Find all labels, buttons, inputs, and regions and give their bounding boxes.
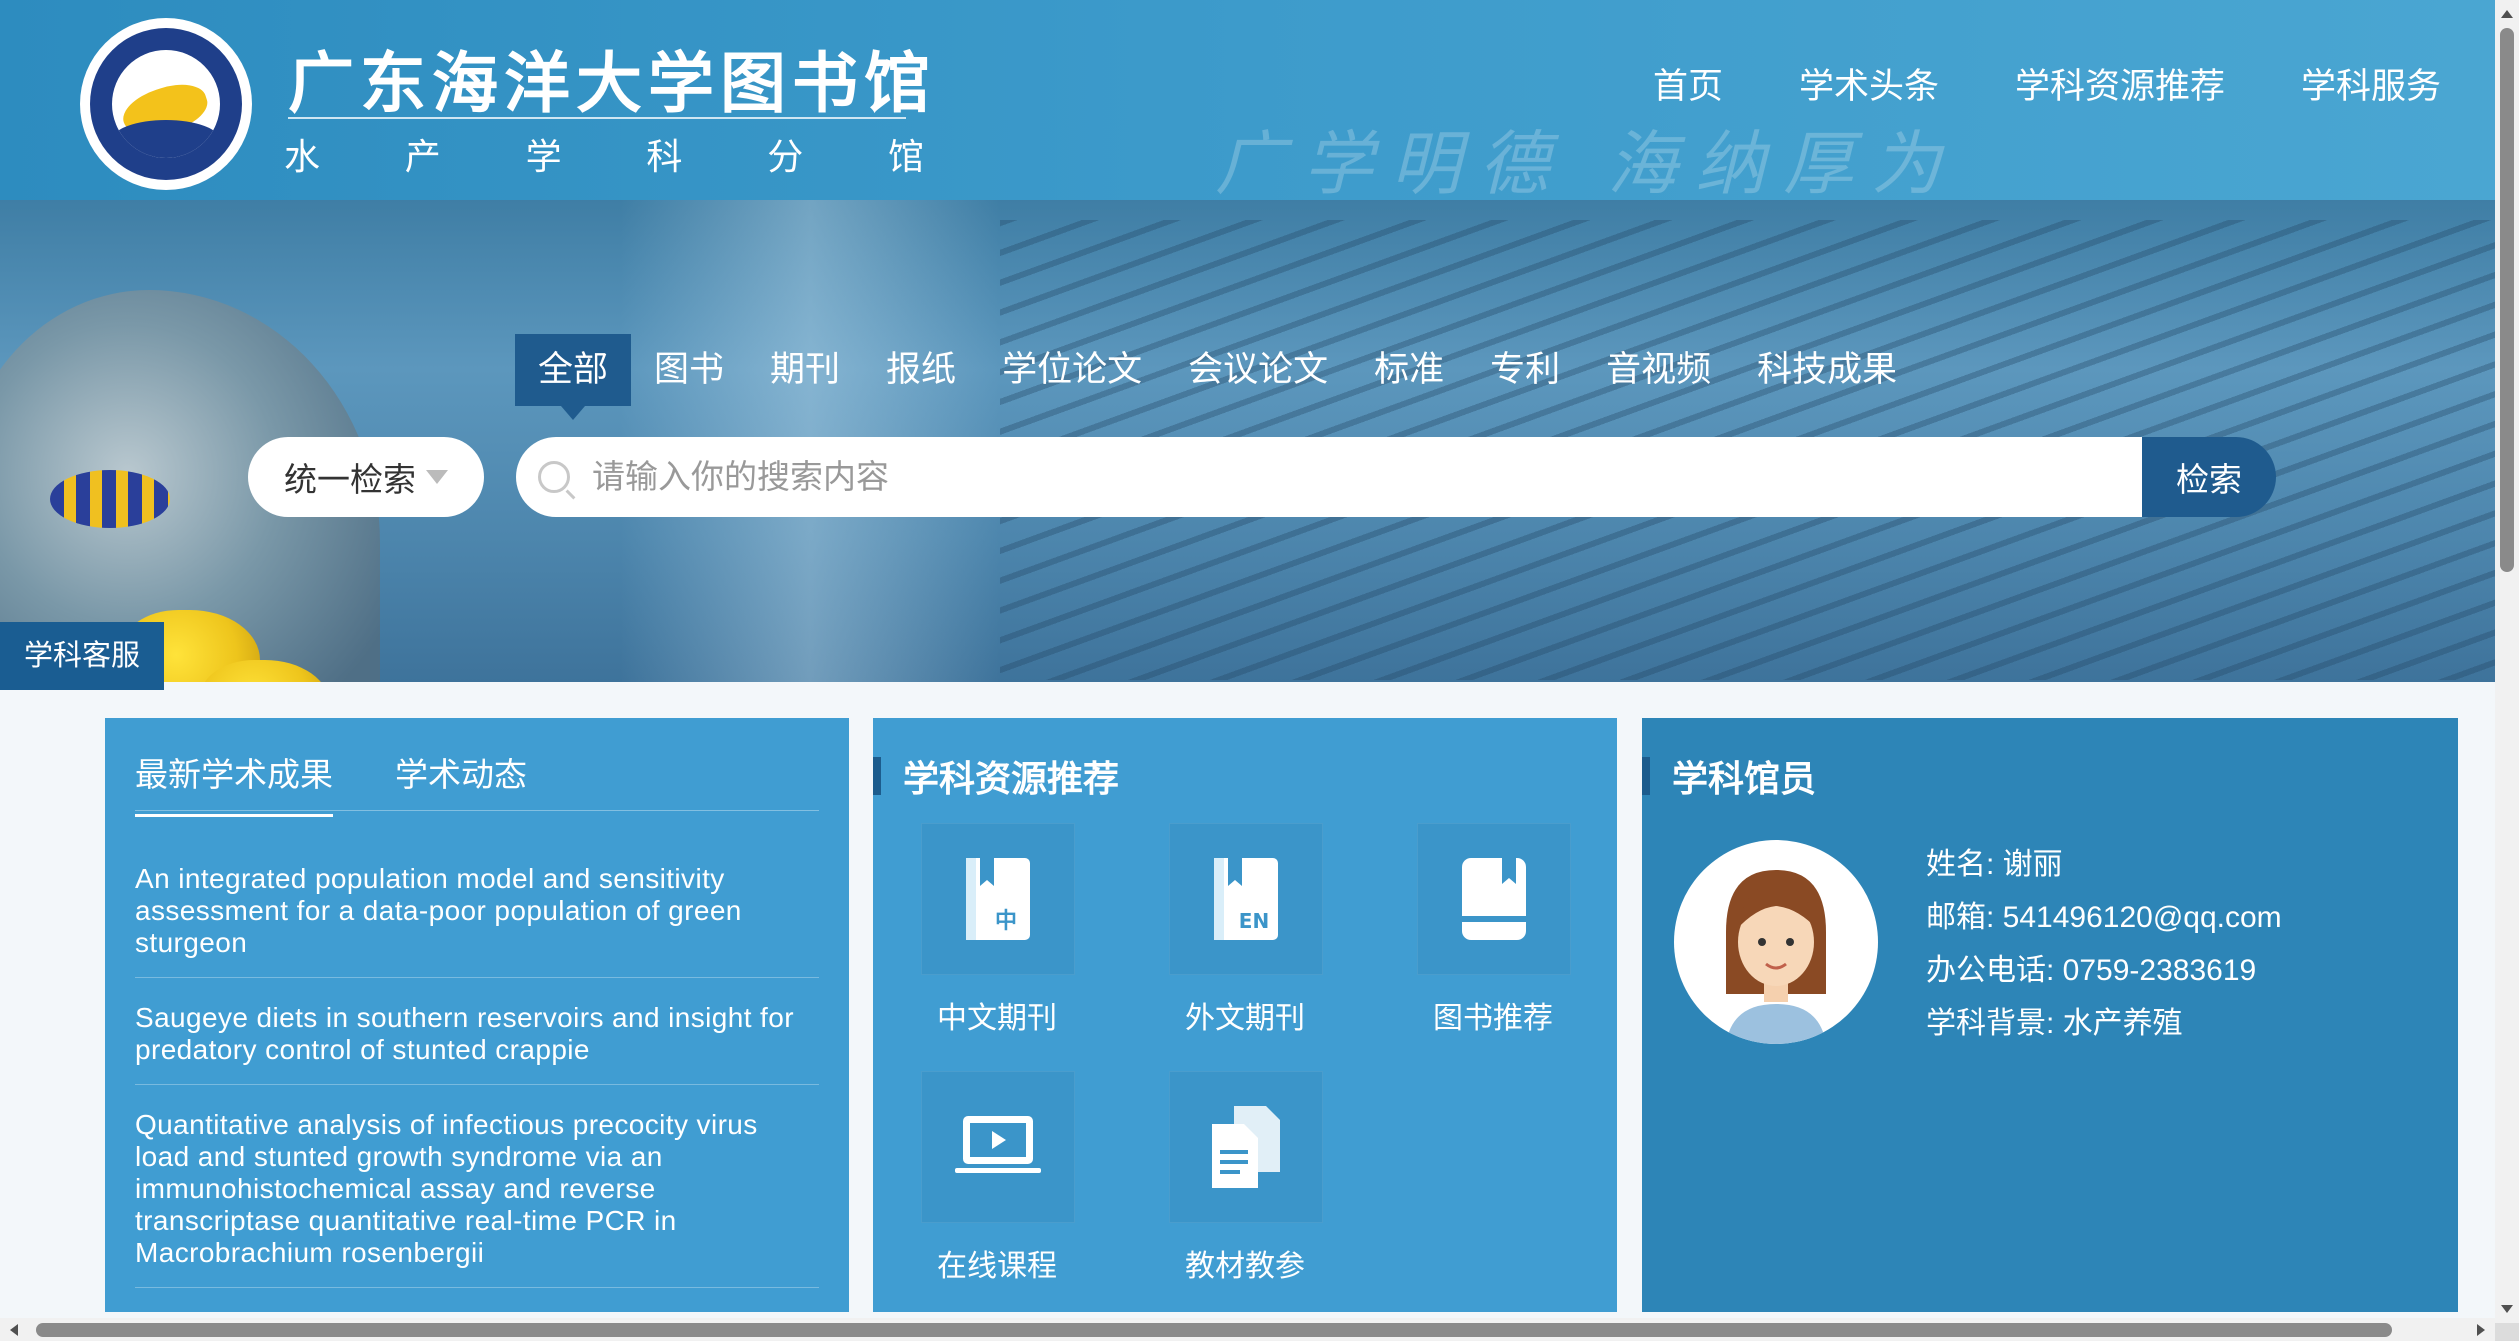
librarian-info: 姓名: 谢丽 邮箱: 541496120@qq.com 办公电话: 0759-2… bbox=[1926, 838, 2282, 1050]
resource-label: 教材教参 bbox=[1185, 1250, 1305, 1283]
search-type-tabs: 全部 图书 期刊 报纸 学位论文 会议论文 标准 专利 音视频 科技成果 bbox=[515, 334, 1920, 420]
title-accent-bar bbox=[1642, 757, 1650, 795]
resource-label: 中文期刊 bbox=[937, 1002, 1057, 1035]
librarian-name: 姓名: 谢丽 bbox=[1926, 848, 2063, 881]
main-nav: 首页 学术头条 学科资源推荐 学科服务 bbox=[1653, 58, 2441, 109]
subtitle-char: 学 bbox=[525, 136, 562, 177]
vertical-scrollbar[interactable] bbox=[2495, 0, 2519, 1323]
title-accent-bar bbox=[873, 757, 881, 795]
librarian-panel: 学科馆员 姓名: 谢丽 邮箱: 541496120@qq.com 办公电话: 0… bbox=[1642, 718, 2458, 1312]
subtitle-char: 科 bbox=[646, 136, 683, 177]
academic-tabs: 最新学术成果 学术动态 bbox=[135, 748, 527, 817]
resource-label: 图书推荐 bbox=[1433, 1002, 1553, 1035]
chinese-badge: 中 bbox=[995, 909, 1017, 934]
striped-fish-image bbox=[50, 470, 170, 528]
nav-academic-headlines[interactable]: 学术头条 bbox=[1799, 58, 1939, 109]
foreign-journal-icon: EN bbox=[1169, 823, 1323, 975]
tab-all[interactable]: 全部 bbox=[515, 334, 632, 420]
subtitle-char: 馆 bbox=[887, 136, 924, 177]
university-seal-icon[interactable] bbox=[80, 18, 252, 190]
scroll-right-icon[interactable] bbox=[2477, 1324, 2485, 1336]
resource-online-courses[interactable]: 在线课程 bbox=[921, 1071, 1075, 1285]
resource-book-recommend[interactable]: 图书推荐 bbox=[1417, 823, 1571, 1037]
tab-conference-papers[interactable]: 会议论文 bbox=[1165, 334, 1351, 406]
tab-newspapers[interactable]: 报纸 bbox=[863, 334, 979, 406]
documents-icon bbox=[1169, 1071, 1323, 1223]
librarian-panel-title: 学科馆员 bbox=[1642, 756, 1816, 799]
resource-foreign-journals[interactable]: EN 外文期刊 bbox=[1169, 823, 1323, 1037]
nav-subject-service[interactable]: 学科服务 bbox=[2301, 58, 2441, 109]
resources-panel: 学科资源推荐 中 中文期刊 EN 外文期刊 图书推荐 在线课程 教材教参 bbox=[873, 718, 1617, 1312]
academic-panel: 最新学术成果 学术动态 An integrated population mod… bbox=[105, 718, 849, 1312]
academic-list-item[interactable]: An integrated population model and sensi… bbox=[135, 863, 819, 978]
academic-list-item[interactable]: Quantitative analysis of infectious prec… bbox=[135, 1109, 819, 1288]
avatar bbox=[1674, 840, 1878, 1044]
tab-theses[interactable]: 学位论文 bbox=[979, 334, 1165, 406]
resource-label: 在线课程 bbox=[937, 1250, 1057, 1283]
subtitle-char: 产 bbox=[404, 136, 441, 177]
librarian-email[interactable]: 邮箱: 541496120@qq.com bbox=[1926, 891, 2282, 944]
tab-academic-news[interactable]: 学术动态 bbox=[395, 748, 527, 817]
online-course-icon bbox=[921, 1071, 1075, 1223]
chinese-journal-icon: 中 bbox=[921, 823, 1075, 975]
resources-panel-title: 学科资源推荐 bbox=[873, 756, 1119, 799]
book-icon bbox=[1417, 823, 1571, 975]
title-divider bbox=[288, 117, 906, 119]
search-scope-label: 统一检索 bbox=[284, 461, 416, 498]
english-badge: EN bbox=[1239, 909, 1269, 933]
search-icon bbox=[538, 461, 570, 493]
librarian-phone: 办公电话: 0759-2383619 bbox=[1926, 954, 2257, 987]
nav-home[interactable]: 首页 bbox=[1653, 58, 1723, 109]
site-header: 广东海洋大学图书馆 水 产 学 科 分 馆 广学明德 海纳厚为 首页 学术头条 … bbox=[0, 0, 2495, 205]
motto-watermark: 广学明德 海纳厚为 bbox=[1215, 123, 1960, 205]
academic-list-item[interactable]: Saugeye diets in southern reservoirs and… bbox=[135, 1002, 819, 1085]
tab-audio-video[interactable]: 音视频 bbox=[1583, 334, 1734, 406]
subject-service-float-button[interactable]: 学科客服 bbox=[0, 622, 164, 690]
tab-journals[interactable]: 期刊 bbox=[747, 334, 863, 406]
site-title: 广东海洋大学图书馆 bbox=[288, 44, 936, 122]
search-input[interactable] bbox=[590, 457, 1994, 497]
subtitle-char: 水 bbox=[284, 136, 321, 177]
scrollbar-corner bbox=[2495, 1323, 2519, 1341]
subtitle-char: 分 bbox=[767, 136, 804, 177]
tab-standards[interactable]: 标准 bbox=[1351, 334, 1467, 406]
search-box bbox=[516, 437, 2142, 517]
scroll-up-icon[interactable] bbox=[2501, 10, 2513, 18]
tab-latest-results[interactable]: 最新学术成果 bbox=[135, 748, 333, 817]
horizontal-scrollbar[interactable] bbox=[0, 1318, 2495, 1341]
tab-research-results[interactable]: 科技成果 bbox=[1734, 334, 1920, 406]
site-subtitle: 水 产 学 科 分 馆 bbox=[284, 128, 924, 180]
tab-patents[interactable]: 专利 bbox=[1467, 334, 1583, 406]
librarian-title: 学科馆员 bbox=[1672, 758, 1817, 799]
scroll-down-icon[interactable] bbox=[2501, 1305, 2513, 1313]
resource-textbooks[interactable]: 教材教参 bbox=[1169, 1071, 1323, 1285]
scroll-left-icon[interactable] bbox=[10, 1324, 18, 1336]
resources-title: 学科资源推荐 bbox=[903, 758, 1120, 799]
search-scope-dropdown[interactable]: 统一检索 bbox=[248, 437, 484, 517]
resource-label: 外文期刊 bbox=[1185, 1002, 1305, 1035]
horizontal-scroll-thumb[interactable] bbox=[36, 1323, 2392, 1337]
search-button[interactable]: 检索 bbox=[2142, 437, 2276, 517]
vertical-scroll-thumb[interactable] bbox=[2500, 28, 2514, 572]
nav-resource-recommend[interactable]: 学科资源推荐 bbox=[2015, 58, 2225, 109]
tab-books[interactable]: 图书 bbox=[631, 334, 747, 406]
caret-down-icon bbox=[426, 470, 448, 484]
academic-list: An integrated population model and sensi… bbox=[135, 863, 819, 1312]
resource-chinese-journals[interactable]: 中 中文期刊 bbox=[921, 823, 1075, 1037]
librarian-background: 学科背景: 水产养殖 bbox=[1926, 1007, 2183, 1040]
tabs-divider bbox=[135, 810, 819, 811]
